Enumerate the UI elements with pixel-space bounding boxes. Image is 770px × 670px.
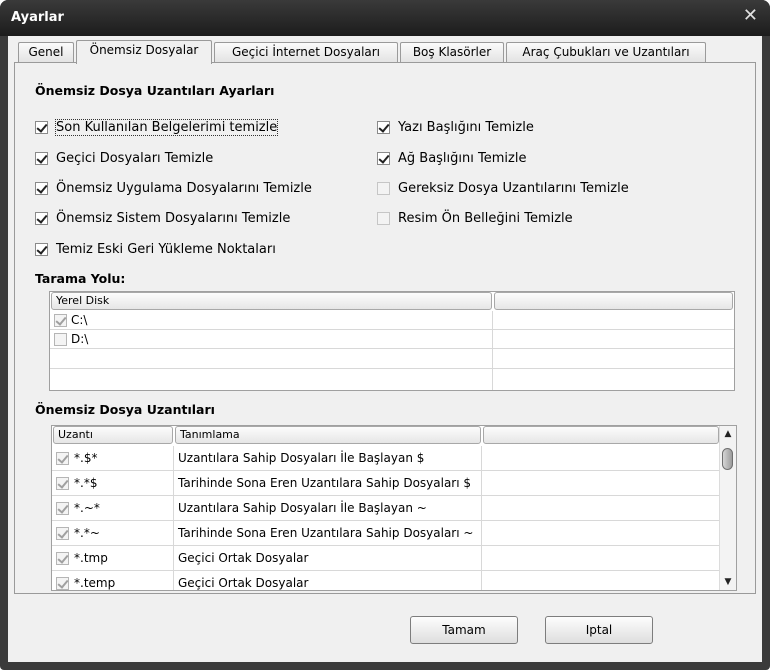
checkbox[interactable] [35,181,48,195]
table-row[interactable]: C:\ [50,311,734,330]
vertical-scrollbar[interactable]: ▲ ▼ [719,426,736,590]
option-label: Resim Ön Belleğini Temizle [398,210,573,226]
column-header-local-disk[interactable]: Yerel Disk [51,292,492,310]
checkbox[interactable] [35,120,48,134]
tab-onemsiz-dosyalar[interactable]: Önemsiz Dosyalar [76,40,212,64]
scroll-thumb[interactable] [722,448,733,470]
option-temp-files[interactable]: Geçici Dosyaları Temizle [35,149,213,167]
title-bar: Ayarlar ✕ [0,0,770,36]
table-row[interactable]: *.~* Uzantılara Sahip Dosyaları İle Başl… [52,496,720,521]
checkbox[interactable] [377,151,390,165]
option-network-header[interactable]: Ağ Başlığını Temizle [377,149,526,167]
option-unneeded-extensions[interactable]: Gereksiz Dosya Uzantılarını Temizle [377,179,629,197]
empty-cell [50,369,493,390]
checkbox[interactable] [377,181,390,195]
option-label: Ağ Başlığını Temizle [398,150,527,166]
option-system-junk[interactable]: Önemsiz Sistem Dosyalarını Temizle [35,209,290,227]
empty-cell [50,349,493,368]
checkbox[interactable] [54,332,67,346]
extensions-title: Önemsiz Dosya Uzantıları [35,402,215,417]
checkbox[interactable] [56,576,69,590]
option-label: Temiz Eski Geri Yükleme Noktaları [56,241,276,257]
extension-cell: *.$* [52,446,174,470]
description-cell: Geçici Ortak Dosyalar [174,571,482,590]
table-row[interactable]: *.*$ Tarihinde Sona Eren Uzantılara Sahi… [52,471,720,496]
table-row [50,369,734,390]
option-font-header[interactable]: Yazı Başlığını Temizle [377,118,534,136]
option-label: Geçici Dosyaları Temizle [56,150,214,166]
option-label: Yazı Başlığını Temizle [398,119,534,135]
table-row[interactable]: *.temp Geçici Ortak Dosyalar [52,571,720,590]
path-cell: D:\ [50,330,493,348]
column-header-description[interactable]: Tanımlama [175,426,481,444]
scroll-down-icon[interactable]: ▼ [720,574,736,590]
checkbox[interactable] [56,476,69,490]
close-icon[interactable]: ✕ [743,7,758,25]
extension-label: *.~* [74,501,100,515]
option-restore-points[interactable]: Temiz Eski Geri Yükleme Noktaları [35,240,276,258]
path-cell: C:\ [50,311,493,329]
extension-cell: *.*$ [52,471,174,495]
tab-arac-cubuklari[interactable]: Araç Çubukları ve Uzantıları [506,42,706,62]
extension-label: *.*~ [74,526,100,540]
settings-window: Ayarlar ✕ Genel Önemsiz Dosyalar Geçici … [0,0,770,670]
path-label: C:\ [71,313,88,327]
option-label: Önemsiz Sistem Dosyalarını Temizle [56,210,291,226]
cancel-button[interactable]: Iptal [545,616,653,644]
checkbox[interactable] [54,313,67,327]
checkbox[interactable] [377,211,390,225]
window-title: Ayarlar [11,10,64,25]
checkbox[interactable] [377,120,390,134]
option-app-junk[interactable]: Önemsiz Uygulama Dosyalarını Temizle [35,179,312,197]
extension-cell: *.tmp [52,546,174,570]
description-cell: Geçici Ortak Dosyalar [174,546,482,570]
description-cell: Tarihinde Sona Eren Uzantılara Sahip Dos… [174,521,482,545]
extension-label: *.temp [74,576,116,590]
option-recent-docs[interactable]: Son Kullanılan Belgelerimi temizle [35,118,279,136]
scroll-up-icon[interactable]: ▲ [720,426,736,442]
ok-button[interactable]: Tamam [410,616,518,644]
tab-genel[interactable]: Genel [18,42,74,62]
checkbox[interactable] [56,501,69,515]
extensions-grid: Uzantı Tanımlama *.$* Uzantılara Sahip D… [51,425,737,591]
description-cell: Uzantılara Sahip Dosyaları İle Başlayan … [174,496,482,520]
extension-label: *.tmp [74,551,108,565]
table-row[interactable]: *.$* Uzantılara Sahip Dosyaları İle Başl… [52,446,720,471]
dialog-body: Genel Önemsiz Dosyalar Geçici İnternet D… [8,36,762,662]
column-header-empty[interactable] [483,426,719,444]
tab-panel: Önemsiz Dosya Uzantıları Ayarları Son Ku… [14,62,756,594]
checkbox[interactable] [35,242,48,256]
path-label: D:\ [71,332,89,346]
tab-bos-klasorler[interactable]: Boş Klasörler [400,42,504,62]
extension-cell: *.*~ [52,521,174,545]
settings-section-title: Önemsiz Dosya Uzantıları Ayarları [35,83,275,98]
description-cell: Tarihinde Sona Eren Uzantılara Sahip Dos… [174,471,482,495]
extension-label: *.$* [74,451,98,465]
table-row[interactable]: *.*~ Tarihinde Sona Eren Uzantılara Sahi… [52,521,720,546]
checkbox[interactable] [35,151,48,165]
tab-gecici-internet-dosyalari[interactable]: Geçici İnternet Dosyaları [214,42,398,62]
column-header-extension[interactable]: Uzantı [53,426,173,444]
option-label: Önemsiz Uygulama Dosyalarını Temizle [56,180,312,196]
checkbox[interactable] [35,211,48,225]
table-row [50,349,734,369]
scan-path-title: Tarama Yolu: [35,271,126,286]
table-row[interactable]: D:\ [50,330,734,349]
checkbox[interactable] [56,551,69,565]
checkbox[interactable] [56,526,69,540]
scan-path-grid: Yerel Disk C:\ D:\ [49,291,735,391]
extension-label: *.*$ [74,476,98,490]
extension-cell: *.temp [52,571,174,590]
description-cell: Uzantılara Sahip Dosyaları İle Başlayan … [174,446,482,470]
option-label: Gereksiz Dosya Uzantılarını Temizle [398,180,629,196]
column-header-empty[interactable] [494,292,733,310]
option-image-cache[interactable]: Resim Ön Belleğini Temizle [377,209,573,227]
checkbox[interactable] [56,451,69,465]
table-row[interactable]: *.tmp Geçici Ortak Dosyalar [52,546,720,571]
extension-cell: *.~* [52,496,174,520]
button-bar: Tamam Iptal [8,596,762,662]
option-label: Son Kullanılan Belgelerimi temizle [54,118,279,136]
